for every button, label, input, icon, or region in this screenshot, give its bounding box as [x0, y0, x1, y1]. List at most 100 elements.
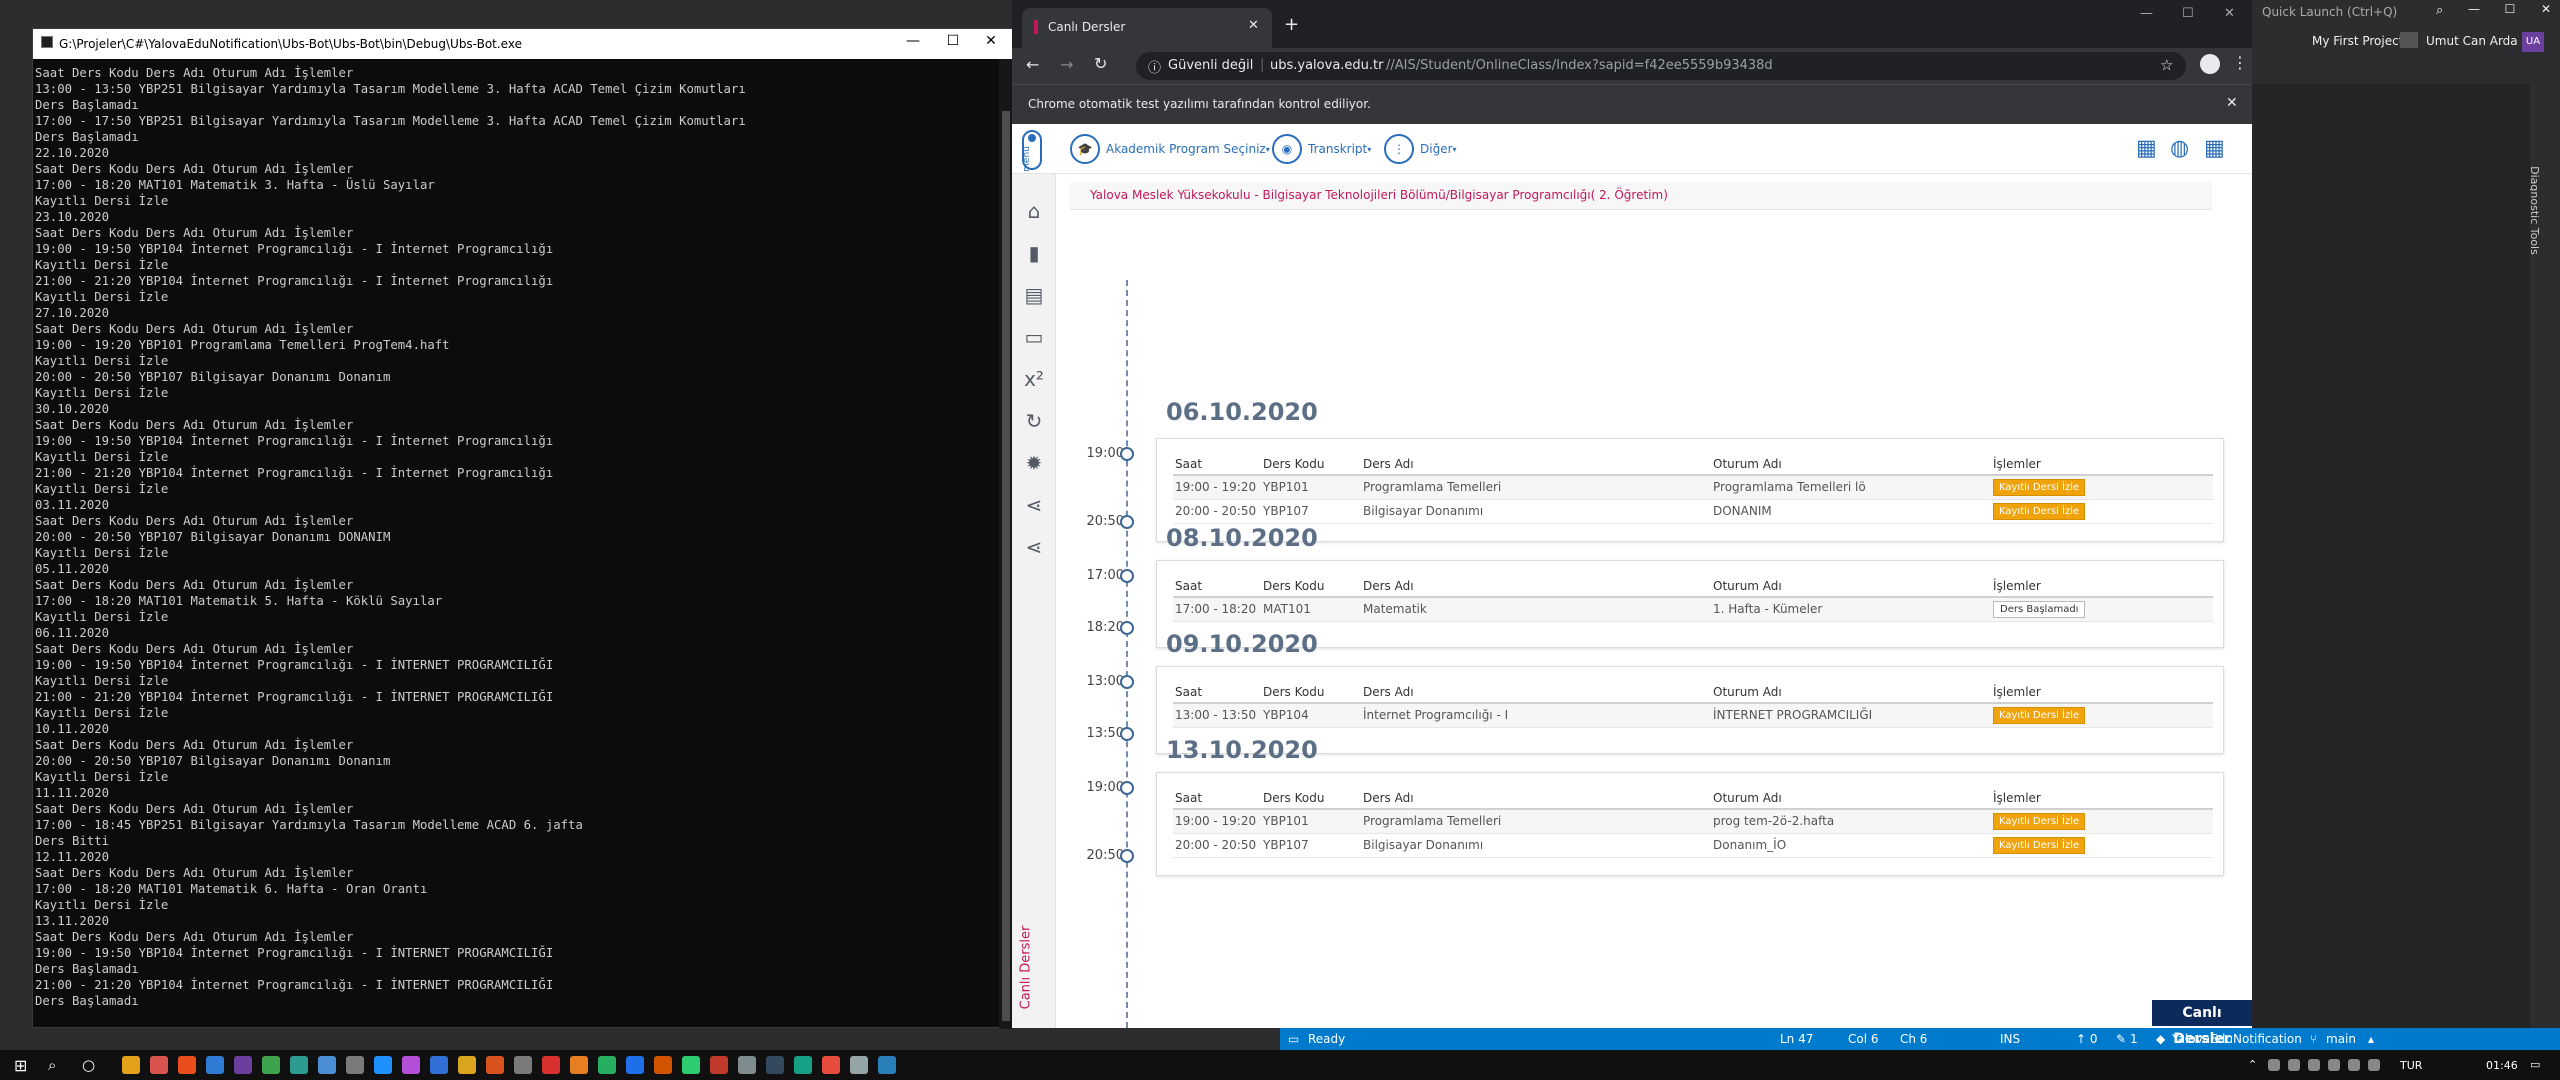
taskbar-app-icon[interactable] [346, 1056, 364, 1074]
maximize-icon[interactable]: ☐ [2500, 2, 2520, 16]
console-line: Saat Ders Kodu Ders Adı Oturum Adı İşlem… [35, 226, 354, 240]
bookmark-star-icon[interactable]: ☆ [2160, 56, 2173, 74]
taskbar-app-icon[interactable] [626, 1056, 644, 1074]
actions-cell: Kayıtlı Dersi İzle [1991, 809, 2213, 834]
tray-icon[interactable] [2368, 1059, 2380, 1071]
table-cell: 20:00 - 20:50 [1173, 499, 1261, 524]
start-icon[interactable]: ⊞ [14, 1056, 27, 1075]
user-name[interactable]: Umut Can Arda [2426, 34, 2518, 48]
taskbar-app-icon[interactable] [290, 1056, 308, 1074]
status-ins: INS [2000, 1032, 2021, 1046]
tray-icon[interactable] [2308, 1059, 2320, 1071]
watch-recorded-button[interactable]: Kayıtlı Dersi İzle [1993, 502, 2086, 520]
tab-canli-dersler[interactable]: Canlı Dersler ✕ [1022, 8, 1272, 48]
taskbar-app-icon[interactable] [150, 1056, 168, 1074]
branch-chevron-icon[interactable]: ▴ [2368, 1032, 2374, 1046]
console-line: 21:00 - 21:20 YBP104 İnternet Programcıl… [35, 690, 554, 704]
taskbar-app-icon[interactable] [878, 1056, 896, 1074]
taskbar-app-icon[interactable] [822, 1056, 840, 1074]
chrome-maximize-icon[interactable]: ☐ [2182, 6, 2194, 21]
taskbar-app-icon[interactable] [598, 1056, 616, 1074]
infobar-close-icon[interactable]: ✕ [2226, 95, 2238, 111]
taskbar-app-icon[interactable] [710, 1056, 728, 1074]
console-scrollbar[interactable] [999, 59, 1013, 1029]
taskbar-app-icon[interactable] [206, 1056, 224, 1074]
notification-icon[interactable]: ▭ [2530, 1058, 2540, 1071]
console-title-bar[interactable]: G:\Projeler\C#\YalovaEduNotification\Ubs… [33, 29, 1013, 59]
tray-icon[interactable] [2288, 1059, 2300, 1071]
live-share-icon[interactable] [2400, 32, 2418, 48]
back-icon[interactable]: ← [1026, 55, 1039, 74]
console-minimize-icon[interactable]: — [895, 33, 931, 55]
watch-recorded-button[interactable]: Kayıtlı Dersi İzle [1993, 478, 2086, 496]
console-scroll-thumb[interactable] [1002, 111, 1010, 1021]
console-line: 13.11.2020 [35, 914, 110, 928]
new-tab-icon[interactable]: + [1284, 14, 1299, 35]
tray-icon[interactable] [2268, 1059, 2280, 1071]
forward-icon[interactable]: → [1060, 55, 1073, 74]
console-line: Saat Ders Kodu Ders Adı Oturum Adı İşlem… [35, 642, 354, 656]
taskbar-app-icon[interactable] [542, 1056, 560, 1074]
address-bar[interactable]: ⓘ Güvenli değil | ubs.yalova.edu.tr //AI… [1136, 52, 2186, 80]
taskbar-app-icon[interactable] [766, 1056, 784, 1074]
pencil-icon[interactable]: ✎ [2116, 1032, 2126, 1046]
search-taskbar-icon[interactable]: ⌕ [48, 1056, 56, 1074]
taskbar-app-icon[interactable] [458, 1056, 476, 1074]
taskbar-app-icon[interactable] [262, 1056, 280, 1074]
info-icon[interactable]: ⓘ [1148, 57, 1161, 76]
column-header: Ders Adı [1361, 575, 1711, 598]
search-icon[interactable]: ⌕ [2436, 3, 2443, 18]
canli-dersler-badge[interactable]: Canlı Dersler [2152, 1000, 2252, 1047]
timeline-time-end: 13:50 [1086, 726, 1124, 741]
chrome-menu-icon[interactable]: ⋮ [2232, 53, 2248, 72]
minimize-icon[interactable]: — [2464, 2, 2484, 16]
actions-cell: Kayıtlı Dersi İzle [1991, 499, 2213, 524]
console-close-icon[interactable]: ✕ [973, 33, 1009, 55]
taskbar-app-icon[interactable] [570, 1056, 588, 1074]
taskbar-app-icon[interactable] [234, 1056, 252, 1074]
clock[interactable]: 01:46 [2486, 1059, 2518, 1072]
chrome-close-icon[interactable]: ✕ [2224, 6, 2235, 21]
close-icon[interactable]: ✕ [2536, 2, 2556, 16]
taskbar-app-icon[interactable] [318, 1056, 336, 1074]
taskbar-app-icon[interactable] [654, 1056, 672, 1074]
taskbar-app-icon[interactable] [402, 1056, 420, 1074]
taskbar-app-icon[interactable] [374, 1056, 392, 1074]
security-label[interactable]: Güvenli değil [1168, 58, 1253, 73]
console-maximize-icon[interactable]: ☐ [935, 33, 971, 55]
taskbar-app-icon[interactable] [122, 1056, 140, 1074]
quick-launch-input[interactable]: Quick Launch (Ctrl+Q) [2262, 5, 2397, 19]
table-row: 20:00 - 20:50 YBP107 Bilgisayar Donanımı Do… [1173, 833, 2213, 858]
tray-icon[interactable] [2348, 1059, 2360, 1071]
taskbar-app-icon[interactable] [430, 1056, 448, 1074]
taskbar-app-icon[interactable] [486, 1056, 504, 1074]
profile-avatar[interactable] [2200, 54, 2220, 74]
taskbar-app-icon[interactable] [178, 1056, 196, 1074]
diagnostic-tools-tab[interactable]: Diagnostic Tools [2528, 84, 2560, 1028]
tray-icon[interactable] [2328, 1059, 2340, 1071]
status-push-count[interactable]: ↑ 0 [2076, 1032, 2098, 1046]
chrome-minimize-icon[interactable]: — [2140, 6, 2153, 21]
tab-close-icon[interactable]: ✕ [1248, 18, 1259, 33]
taskbar-app-icon[interactable] [514, 1056, 532, 1074]
reload-icon[interactable]: ↻ [1094, 54, 1107, 73]
tray-chevron-icon[interactable]: ⌃ [2248, 1058, 2257, 1071]
taskbar-app-icon[interactable] [738, 1056, 756, 1074]
timeline: 06.10.2020 19:00 20:50 Saat Ders Kodu Ders Ad… [1012, 124, 2252, 1028]
console-line: 21:00 - 21:20 YBP104 İnternet Programcıl… [35, 466, 554, 480]
taskbar-app-icon[interactable] [850, 1056, 868, 1074]
watch-recorded-button[interactable]: Kayıtlı Dersi İzle [1993, 706, 2086, 724]
user-avatar[interactable]: UA [2522, 32, 2544, 52]
not-started-button[interactable]: Ders Başlamadı [1993, 600, 2086, 618]
watch-recorded-button[interactable]: Kayıtlı Dersi İzle [1993, 812, 2086, 830]
keyboard-language[interactable]: TUR [2400, 1059, 2422, 1072]
status-branch[interactable]: main [2326, 1032, 2356, 1046]
date-heading: 09.10.2020 [1166, 630, 1318, 658]
cortana-icon[interactable]: ○ [82, 1056, 95, 1074]
console-line: Ders Başlamadı [35, 98, 139, 112]
taskbar-app-icon[interactable] [682, 1056, 700, 1074]
taskbar-app-icon[interactable] [794, 1056, 812, 1074]
status-changes[interactable]: 1 [2130, 1032, 2138, 1046]
watch-recorded-button[interactable]: Kayıtlı Dersi İzle [1993, 836, 2086, 854]
console-output[interactable]: Saat Ders Kodu Ders Adı Oturum Adı İşlem… [33, 59, 999, 1029]
